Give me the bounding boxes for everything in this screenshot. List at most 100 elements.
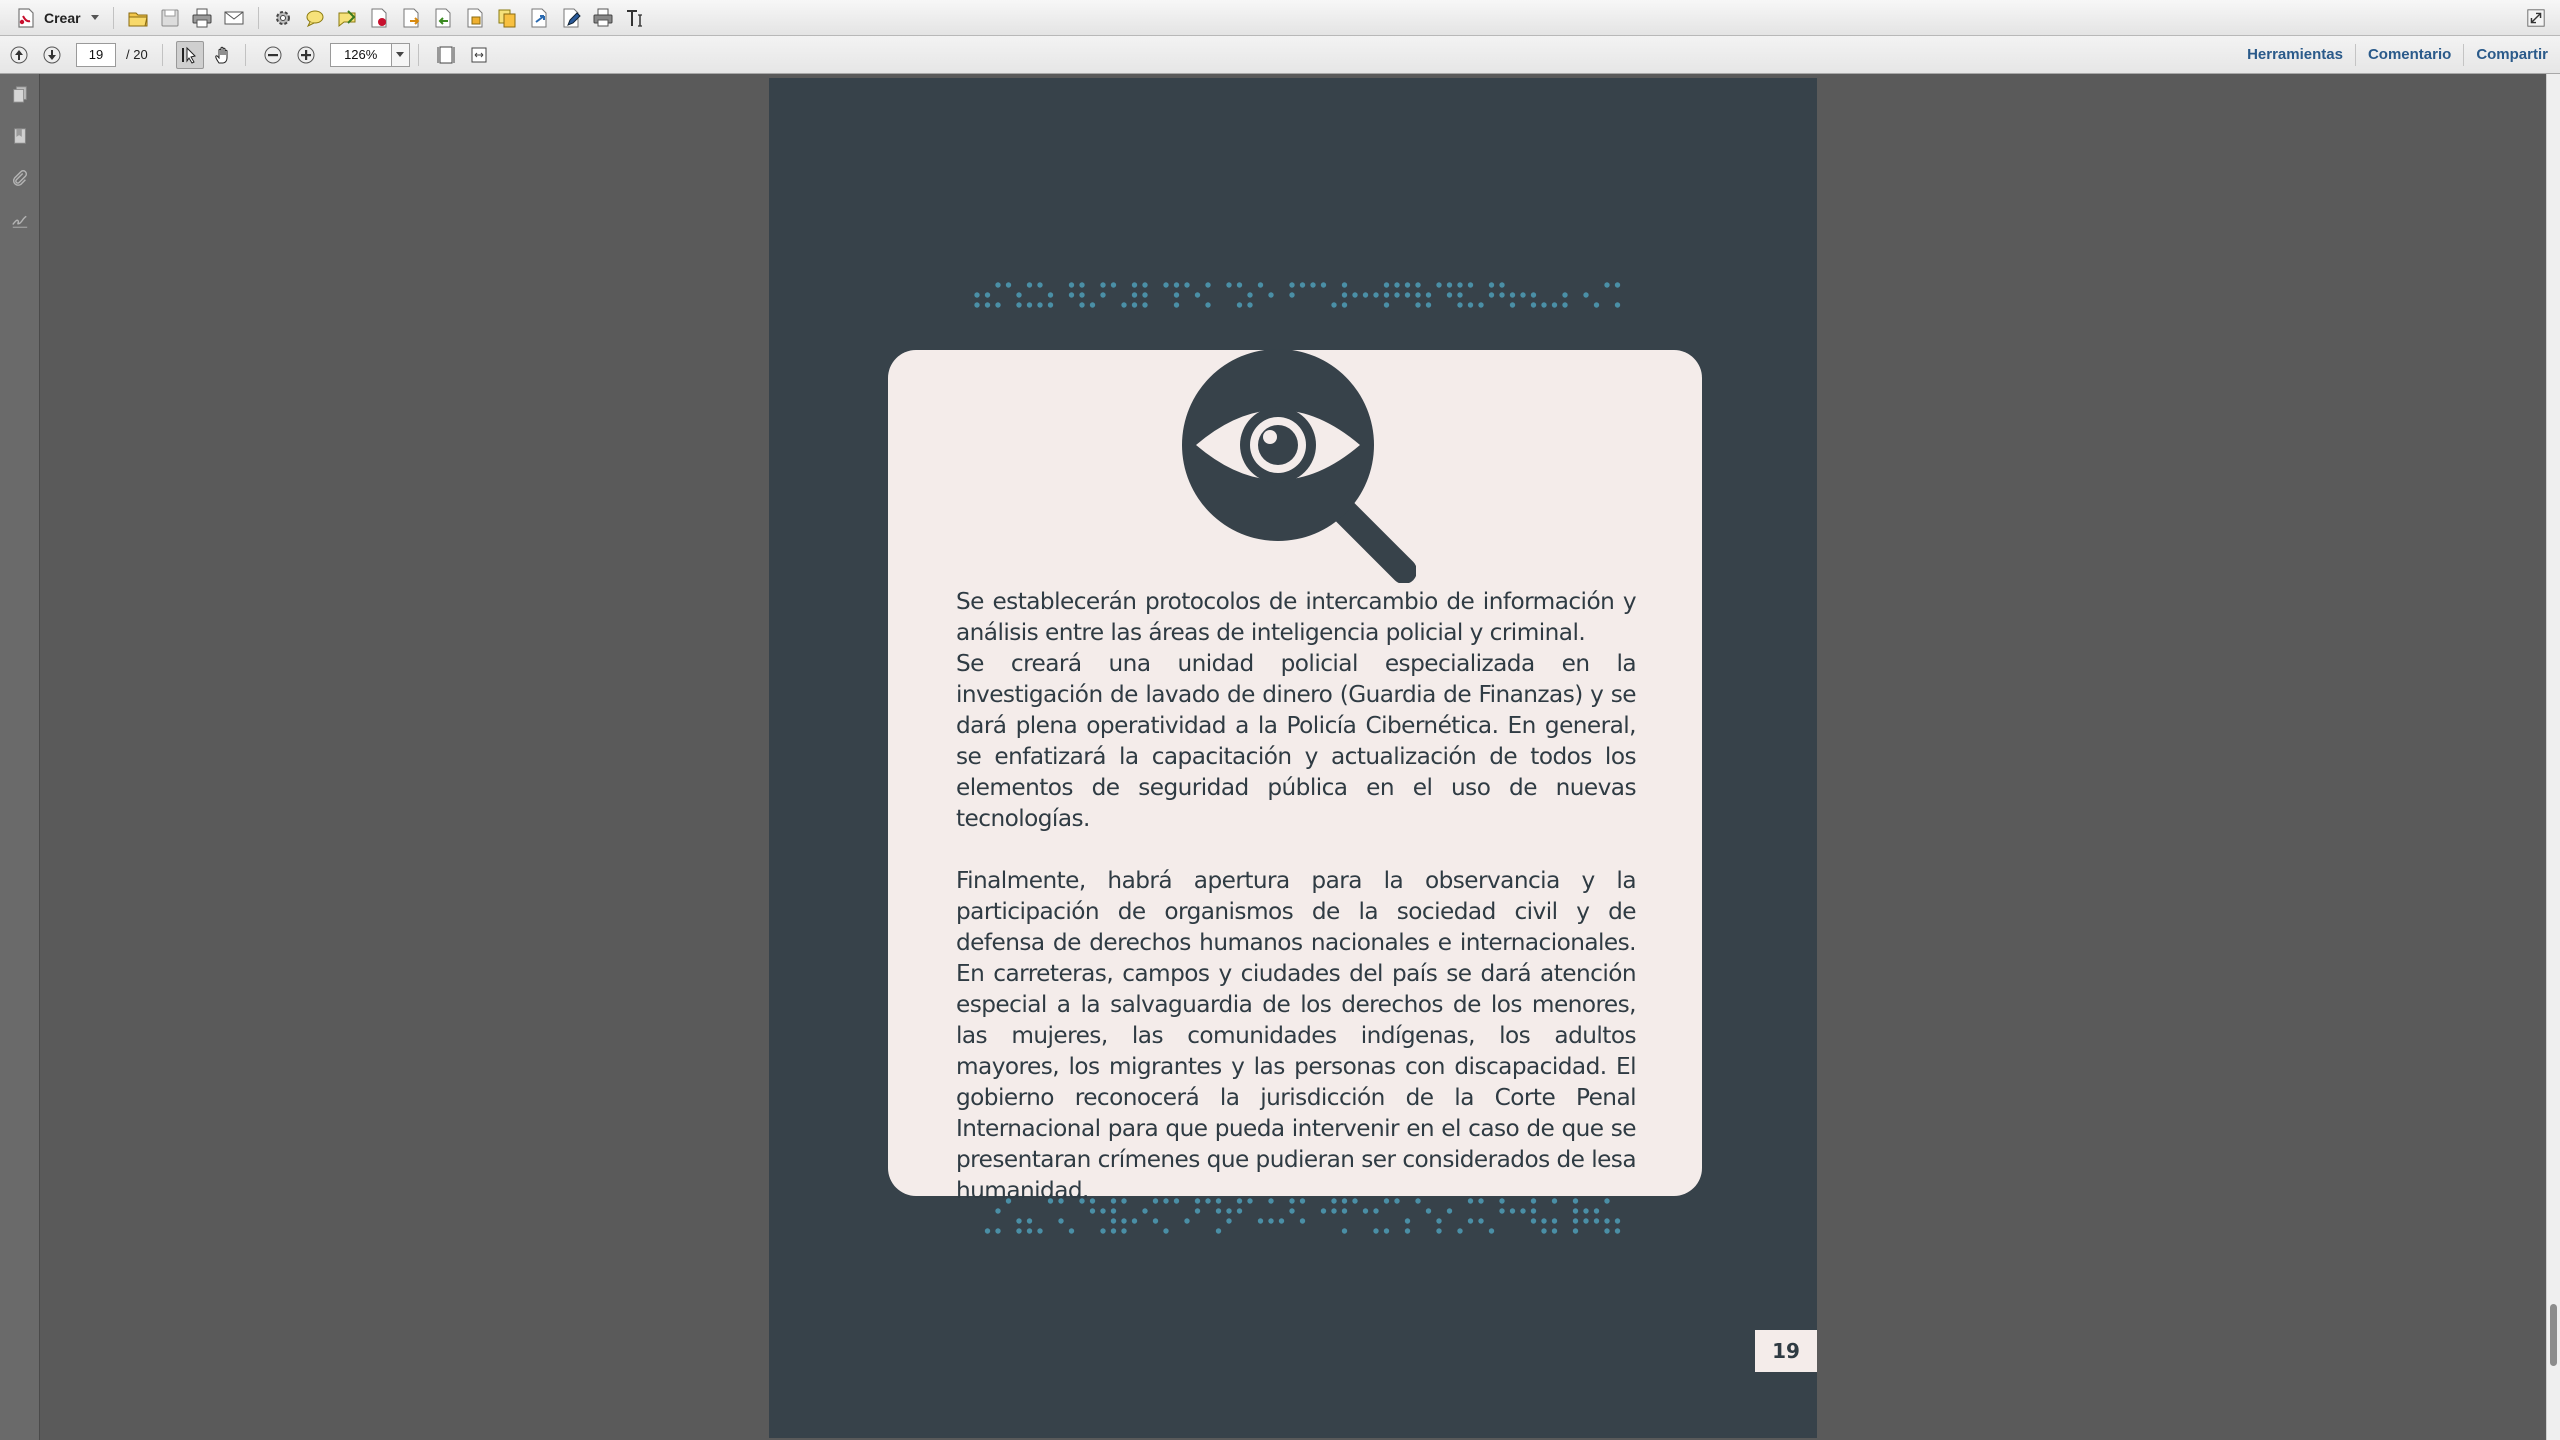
- pattern-dot: [1299, 1198, 1306, 1204]
- pattern-dot: [1016, 1228, 1022, 1234]
- text-tool-button[interactable]: [619, 3, 651, 33]
- pattern-dot: [1488, 282, 1495, 288]
- pattern-dot: [995, 1228, 1001, 1234]
- pattern-dot: [1530, 292, 1537, 298]
- toolbar-divider: [244, 43, 246, 66]
- tools-link[interactable]: Herramientas: [2235, 44, 2355, 66]
- zoom-input[interactable]: 126%: [329, 42, 392, 67]
- navigation-toolbar: 19 / 20 126% Herramientas Comentario Com…: [0, 36, 2560, 74]
- combine-icon: [467, 8, 483, 27]
- scrollbar-thumb[interactable]: [2550, 1304, 2557, 1366]
- export-button[interactable]: [395, 3, 427, 33]
- import-icon: [435, 8, 451, 27]
- copy-button[interactable]: [491, 3, 523, 33]
- comment-link[interactable]: Comentario: [2354, 44, 2463, 66]
- stamp-button[interactable]: [331, 3, 363, 33]
- pattern-dot: [1089, 1208, 1096, 1214]
- zoom-out-button[interactable]: [259, 41, 287, 69]
- save-button[interactable]: [154, 3, 186, 33]
- next-page-button[interactable]: [38, 41, 66, 69]
- pattern-dot: [1152, 1198, 1159, 1204]
- pattern-dot: [1415, 302, 1421, 308]
- settings-button[interactable]: [267, 3, 299, 33]
- page-thumbnails-button[interactable]: [8, 82, 32, 106]
- pattern-dot: [1352, 292, 1358, 298]
- pattern-dot: [1299, 282, 1306, 288]
- edit-button[interactable]: [555, 3, 587, 33]
- pattern-dot: [1310, 282, 1316, 288]
- zoom-in-button[interactable]: [292, 41, 320, 69]
- previous-page-button[interactable]: [5, 41, 33, 69]
- pattern-dot: [1173, 282, 1180, 288]
- attachments-button[interactable]: [8, 166, 32, 190]
- pages-icon: [13, 86, 27, 103]
- pattern-dot: [1562, 292, 1568, 298]
- hand-tool-button[interactable]: [209, 41, 237, 69]
- combine-button[interactable]: [459, 3, 491, 33]
- pattern-dot: [1121, 302, 1127, 308]
- pattern-dot: [1037, 302, 1043, 308]
- zoom-in-icon: [297, 46, 315, 63]
- fullscreen-button[interactable]: [2522, 4, 2550, 32]
- pattern-dot: [1530, 1218, 1537, 1224]
- pattern-dot: [1142, 282, 1148, 288]
- pattern-dot: [1383, 302, 1390, 308]
- fit-page-button[interactable]: [432, 41, 460, 69]
- pattern-dot: [1205, 1198, 1211, 1204]
- pattern-dot: [1047, 302, 1054, 308]
- email-button[interactable]: [218, 3, 250, 33]
- pattern-dot: [1163, 1228, 1169, 1234]
- create-button[interactable]: Crear: [10, 4, 105, 32]
- create-pdf-icon: [18, 7, 34, 28]
- pattern-dot: [1289, 292, 1295, 298]
- body-text: Se establecerán protocolos de intercambi…: [956, 586, 1637, 1206]
- pattern-dot: [1373, 1208, 1379, 1214]
- open-button[interactable]: [122, 3, 154, 33]
- pattern-dot: [1026, 1228, 1033, 1234]
- arrow-up-icon: [10, 46, 28, 63]
- pattern-dot: [1373, 292, 1379, 298]
- zoom-out-icon: [264, 46, 282, 63]
- export-icon: [403, 8, 420, 27]
- page-number-input[interactable]: 19: [76, 42, 116, 67]
- toolbar-divider: [161, 43, 163, 66]
- cursor-icon: [181, 46, 196, 64]
- fit-width-button[interactable]: [465, 41, 493, 69]
- pattern-dot: [1478, 1198, 1484, 1204]
- paragraph-1: Se establecerán protocolos de intercambi…: [956, 588, 1637, 646]
- pattern-dot: [1142, 302, 1148, 308]
- share-button[interactable]: [523, 3, 555, 33]
- hand-icon: [214, 46, 228, 63]
- pattern-dot: [1614, 282, 1621, 288]
- comment-button[interactable]: [299, 3, 331, 33]
- pattern-dot: [1404, 292, 1411, 298]
- printer-button[interactable]: [587, 3, 619, 33]
- zoom-dropdown-button[interactable]: [391, 42, 410, 67]
- signatures-button[interactable]: [8, 208, 32, 232]
- pattern-dot: [1173, 292, 1180, 298]
- import-button[interactable]: [427, 3, 459, 33]
- pattern-dot: [1352, 1198, 1358, 1204]
- pattern-dot: [1236, 282, 1243, 288]
- pattern-dot: [1415, 1198, 1421, 1204]
- pattern-dot: [1005, 282, 1012, 288]
- pattern-dot: [1583, 1208, 1589, 1214]
- pattern-dot: [1457, 282, 1463, 288]
- select-tool-button[interactable]: [175, 40, 204, 69]
- pattern-dot: [1341, 1208, 1348, 1214]
- stamp-icon: [338, 9, 356, 27]
- pattern-dot: [1026, 302, 1033, 308]
- pattern-dot: [1068, 282, 1075, 288]
- pattern-dot: [1341, 1228, 1348, 1234]
- pdf-button[interactable]: [363, 3, 395, 33]
- vertical-scrollbar[interactable]: [2546, 74, 2560, 1440]
- pattern-dot: [1341, 292, 1348, 298]
- print-button[interactable]: [186, 3, 218, 33]
- pattern-dot: [1583, 1218, 1589, 1224]
- toolbar-divider: [417, 43, 419, 66]
- share-link[interactable]: Compartir: [2463, 44, 2560, 66]
- pattern-dot: [1593, 302, 1600, 308]
- pattern-dot: [1446, 282, 1453, 288]
- bookmarks-button[interactable]: [8, 124, 32, 148]
- pattern-dot: [1110, 282, 1117, 288]
